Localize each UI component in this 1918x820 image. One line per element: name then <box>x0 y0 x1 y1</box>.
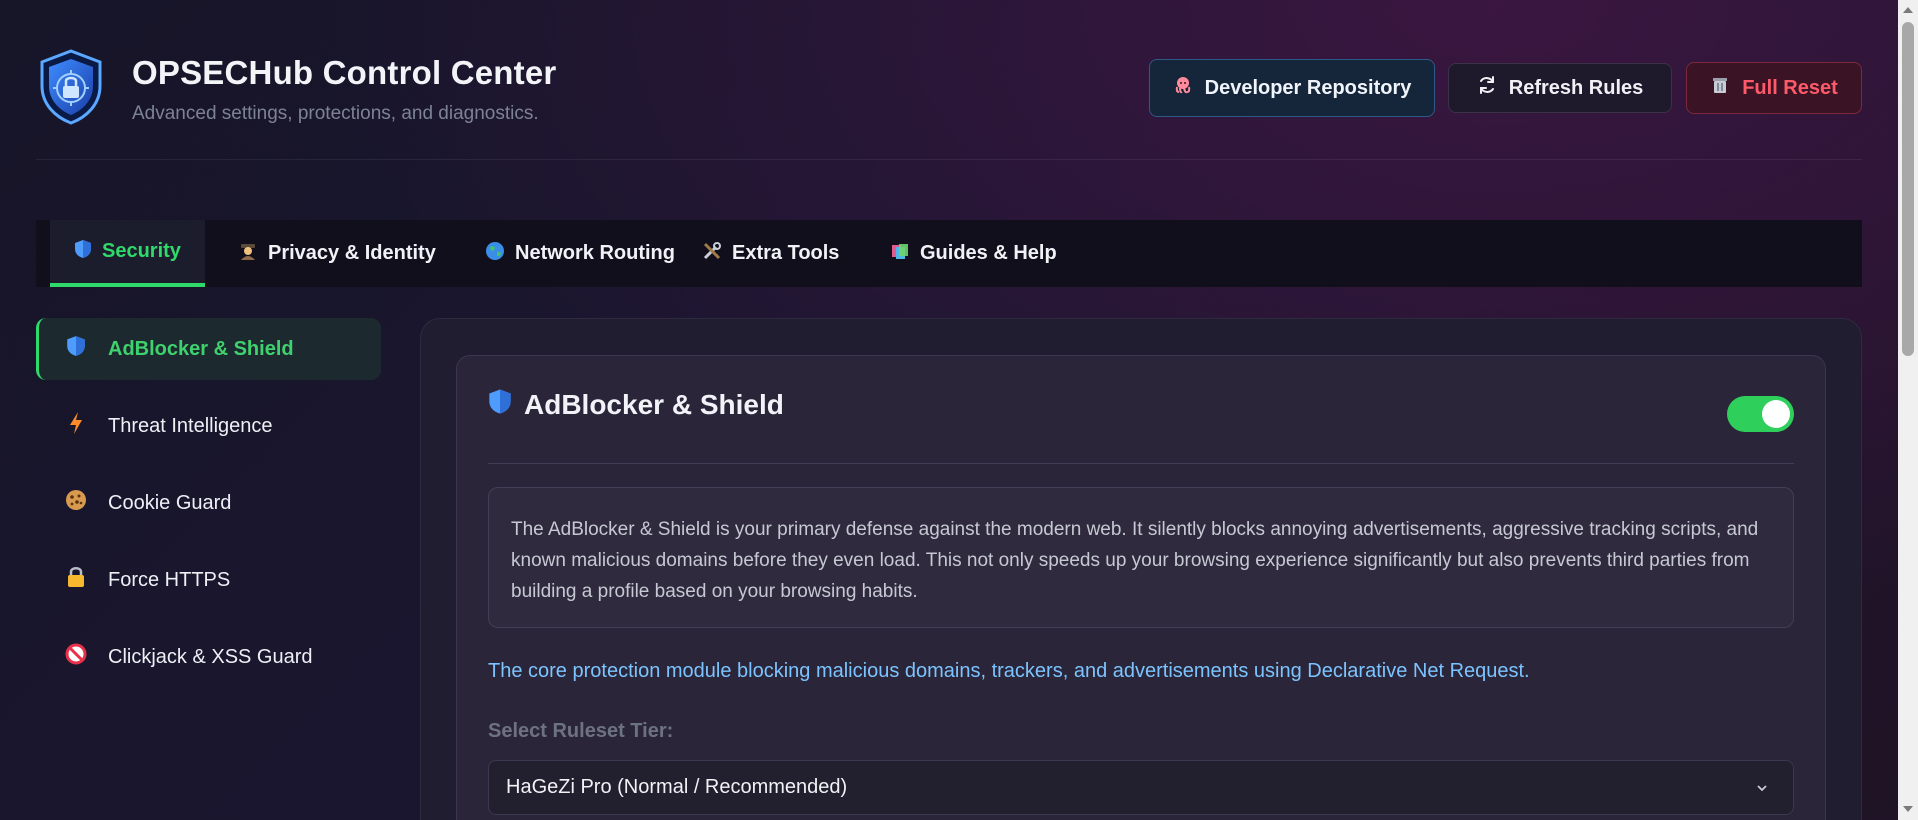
module-title: AdBlocker & Shield <box>488 388 784 422</box>
developer-repository-label: Developer Repository <box>1204 76 1412 99</box>
ruleset-tier-label: Select Ruleset Tier: <box>488 720 674 742</box>
octopus-icon <box>1173 75 1193 101</box>
sidebar-item-label: Cookie Guard <box>108 491 232 514</box>
tab-guides-help[interactable]: Guides & Help <box>866 220 1081 287</box>
chevron-down-icon <box>1755 778 1769 792</box>
tab-label: Guides & Help <box>920 242 1057 264</box>
sidebar-item-clickjack-xss-guard[interactable]: Clickjack & XSS Guard <box>36 626 381 688</box>
module-core-summary: The core protection module blocking mali… <box>488 660 1530 682</box>
main-tabs: Security Privacy & Identity Network Rout… <box>36 220 1862 287</box>
toggle-knob <box>1762 400 1790 428</box>
scroll-down-arrow-icon[interactable] <box>1903 806 1913 812</box>
tools-icon <box>702 241 722 266</box>
shield-lock-logo-icon <box>36 48 106 126</box>
sidebar-item-label: Threat Intelligence <box>108 414 273 437</box>
books-icon <box>890 241 910 266</box>
tab-label: Network Routing <box>515 242 675 264</box>
detective-icon <box>238 241 258 266</box>
page-scrollbar[interactable] <box>1898 0 1918 820</box>
refresh-rules-button[interactable]: Refresh Rules <box>1448 63 1672 113</box>
cookie-icon <box>64 489 88 517</box>
lock-icon <box>64 566 88 594</box>
developer-repository-button[interactable]: Developer Repository <box>1149 59 1435 117</box>
module-title-text: AdBlocker & Shield <box>524 389 784 420</box>
shield-icon <box>74 239 92 264</box>
refresh-rules-label: Refresh Rules <box>1508 76 1644 99</box>
app-title: OPSECHub Control Center <box>132 54 557 91</box>
scroll-up-arrow-icon[interactable] <box>1903 7 1913 13</box>
sidebar-item-cookie-guard[interactable]: Cookie Guard <box>36 472 381 534</box>
sidebar-item-label: Force HTTPS <box>108 568 231 591</box>
full-reset-label: Full Reset <box>1742 76 1838 99</box>
module-description: The AdBlocker & Shield is your primary d… <box>488 487 1794 628</box>
tab-extra-tools[interactable]: Extra Tools <box>678 220 863 287</box>
globe-icon <box>485 241 505 266</box>
full-reset-button[interactable]: Full Reset <box>1686 62 1862 114</box>
shield-icon <box>488 388 512 422</box>
ruleset-tier-select[interactable]: HaGeZi Pro (Normal / Recommended) <box>488 760 1794 815</box>
ruleset-tier-value: HaGeZi Pro (Normal / Recommended) <box>506 776 848 798</box>
sidebar-item-threat-intelligence[interactable]: Threat Intelligence <box>36 395 381 457</box>
tab-label: Security <box>102 240 181 262</box>
module-enable-toggle[interactable] <box>1727 396 1794 432</box>
refresh-icon <box>1477 75 1497 101</box>
sidebar-item-label: Clickjack & XSS Guard <box>108 645 313 668</box>
divider <box>488 463 1794 464</box>
app-subtitle: Advanced settings, protections, and diag… <box>132 103 539 124</box>
tab-security[interactable]: Security <box>50 220 205 287</box>
lightning-icon <box>64 411 88 441</box>
app-header: OPSECHub Control Center Advanced setting… <box>36 48 1862 160</box>
tab-label: Privacy & Identity <box>268 242 436 264</box>
sidebar-item-force-https[interactable]: Force HTTPS <box>36 549 381 611</box>
sidebar-item-adblocker-shield[interactable]: AdBlocker & Shield <box>36 318 381 380</box>
tab-label: Extra Tools <box>732 242 840 264</box>
trash-icon <box>1710 75 1730 101</box>
scroll-thumb[interactable] <box>1902 22 1914 356</box>
prohibited-icon <box>64 643 88 671</box>
sidebar-item-label: AdBlocker & Shield <box>108 337 294 360</box>
tab-privacy-identity[interactable]: Privacy & Identity <box>214 220 460 287</box>
tab-network-routing[interactable]: Network Routing <box>461 220 699 287</box>
shield-icon <box>64 335 88 363</box>
